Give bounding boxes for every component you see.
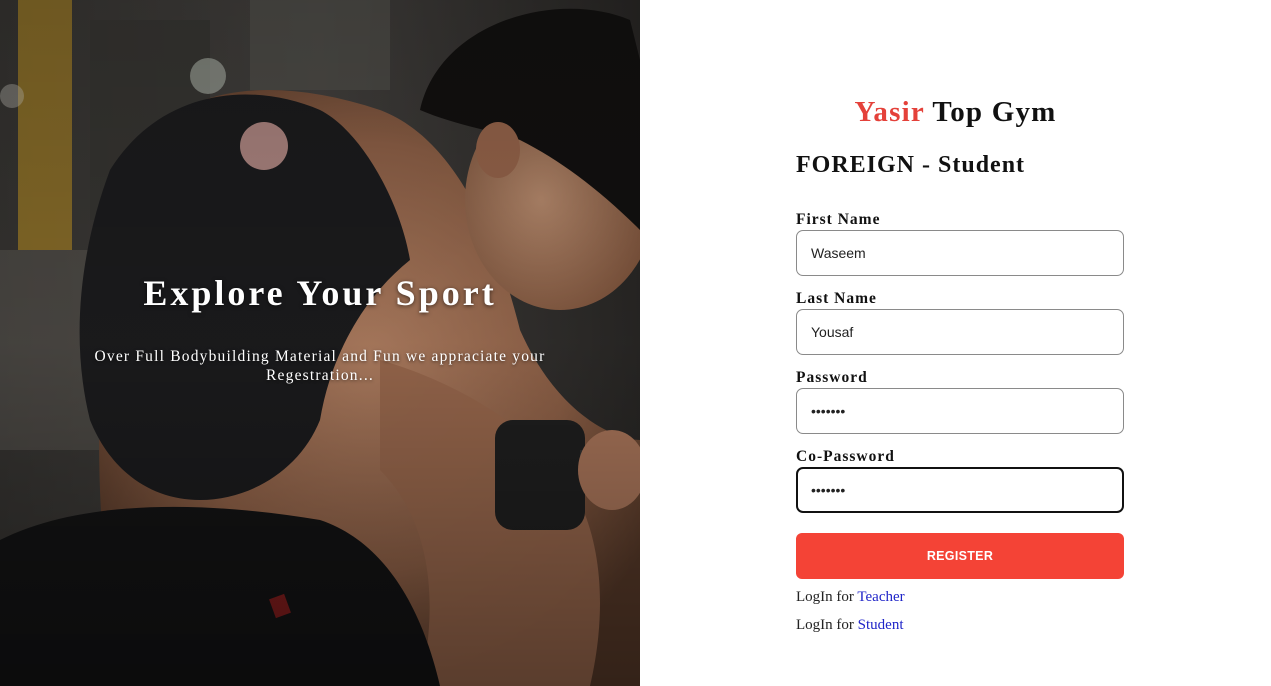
hero-subtitle: Over Full Bodybuilding Material and Fun … bbox=[94, 348, 546, 384]
co-password-label: Co-Password bbox=[796, 448, 895, 465]
login-teacher-line: LogIn for Teacher bbox=[796, 589, 905, 606]
co-password-field[interactable] bbox=[796, 467, 1124, 513]
login-student-line: LogIn for Student bbox=[796, 617, 904, 634]
password-label: Password bbox=[796, 369, 868, 386]
brand-title: Yasir Top Gym bbox=[640, 96, 1271, 129]
hero-text-overlay: Explore Your Sport Over Full Bodybuildin… bbox=[0, 0, 640, 686]
hero-panel: Explore Your Sport Over Full Bodybuildin… bbox=[0, 0, 640, 686]
brand-accent: Yasir bbox=[854, 96, 925, 128]
first-name-label: First Name bbox=[796, 211, 881, 228]
login-teacher-prefix: LogIn for bbox=[796, 589, 858, 605]
register-form-panel: Yasir Top Gym FOREIGN - Student First Na… bbox=[640, 0, 1271, 686]
first-name-field[interactable] bbox=[796, 230, 1124, 276]
password-field[interactable] bbox=[796, 388, 1124, 434]
hero-title: Explore Your Sport bbox=[143, 273, 497, 313]
register-button[interactable]: REGISTER bbox=[796, 533, 1124, 579]
last-name-label: Last Name bbox=[796, 290, 877, 307]
brand-rest: Top Gym bbox=[924, 96, 1057, 128]
login-student-link[interactable]: Student bbox=[858, 617, 904, 633]
login-student-prefix: LogIn for bbox=[796, 617, 858, 633]
form-title: FOREIGN - Student bbox=[796, 152, 1026, 178]
last-name-field[interactable] bbox=[796, 309, 1124, 355]
login-teacher-link[interactable]: Teacher bbox=[857, 589, 904, 605]
